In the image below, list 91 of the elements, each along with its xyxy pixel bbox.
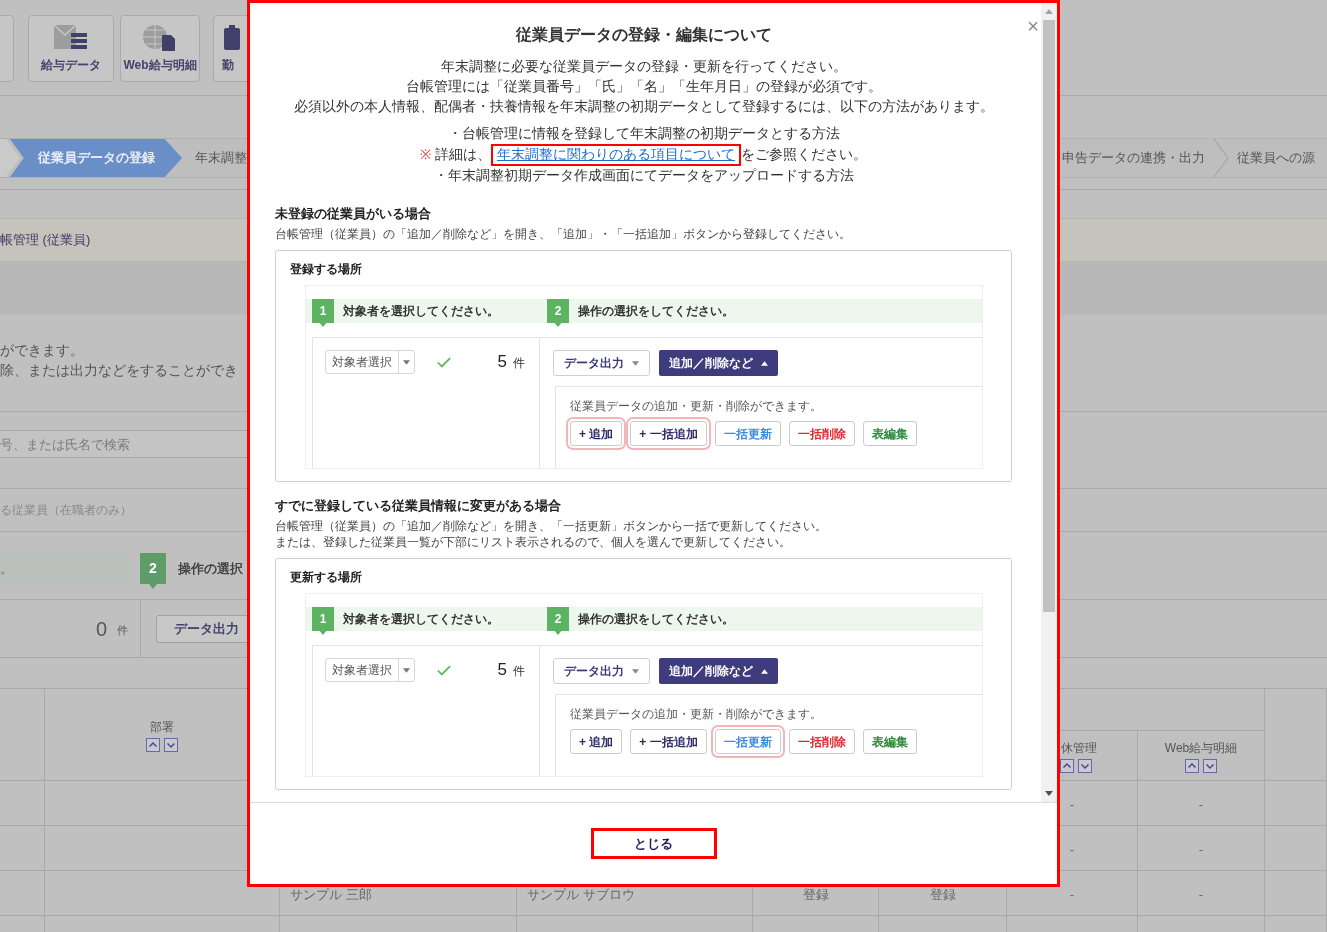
caret-icon [761, 360, 768, 366]
table-cell-text: - [1198, 841, 1204, 860]
section-title: 帳管理 (従業員) [0, 231, 91, 250]
table-cell-text: - [1069, 841, 1075, 860]
select-field[interactable]: 対象者選択 [325, 658, 415, 682]
note-text: ※ 詳細は、 年末調整に関わりのある項目について をご参照ください。 [420, 144, 867, 166]
column-header[interactable]: Web給与明細 [1164, 738, 1238, 757]
caret-icon [632, 360, 639, 366]
sort-ascending-icon[interactable] [1185, 758, 1199, 773]
scrollbar[interactable] [1041, 3, 1057, 802]
close-button[interactable]: × [1027, 16, 1039, 36]
toolbar-button[interactable]: 給与データ [28, 15, 114, 82]
breadcrumb-step[interactable]: 申告データの連携・出力 [1062, 148, 1205, 168]
caret-icon [632, 668, 639, 674]
count-unit: 件 [513, 355, 525, 372]
table-cell-text: - [1198, 886, 1204, 905]
export-button[interactable]: データ出力 [553, 350, 650, 376]
close-button[interactable]: とじる [590, 828, 717, 859]
breadcrumb-step[interactable]: 従業員データの登録 [10, 139, 182, 177]
count-value: 5 [497, 659, 507, 681]
panel-text: 従業員データの追加・更新・削除ができます。 [570, 399, 823, 414]
export-button[interactable]: データ出力 [553, 658, 650, 684]
step-label: 対象者を選択してください。 [343, 611, 499, 628]
check-icon [437, 357, 451, 368]
toolbar-button[interactable]: Web給与明細 [120, 15, 200, 82]
description-text: ができます。 [0, 341, 84, 360]
column-header[interactable]: 休管理 [1061, 738, 1097, 757]
scrollbar-thumb[interactable] [1043, 20, 1055, 612]
column-header[interactable]: 部署 [150, 717, 174, 736]
sort-descending-icon[interactable] [164, 737, 178, 752]
section-description: 台帳管理（従業員）の「追加／削除など」を開き、「追加」・「一括追加」ボタンから登録してください。 [275, 226, 852, 242]
action-button[interactable]: + 一括追加 [630, 729, 707, 754]
step-label: 対象者を選択してください。 [343, 303, 499, 320]
card-label: 更新する場所 [290, 569, 363, 585]
caret-icon [403, 359, 410, 365]
breadcrumb-step[interactable]: 従業員への源 [1237, 148, 1315, 168]
table-cell-text: - [1069, 796, 1075, 815]
caret-icon [403, 667, 410, 673]
step-number-badge: 2 [547, 607, 569, 635]
section-heading: すでに登録している従業員情報に変更がある場合 [275, 498, 562, 514]
clipboard-icon [222, 23, 242, 53]
step-label: 操作の選択 [178, 560, 243, 579]
table-cell-text: - [1069, 886, 1075, 905]
caret-icon [761, 668, 768, 674]
select-field[interactable]: 対象者選択 [325, 350, 415, 374]
count-unit: 件 [513, 663, 525, 680]
step-number-badge: 1 [312, 299, 334, 327]
description-text: 除、または出力などをすることができ [0, 361, 238, 380]
step-label: 操作の選択をしてください。 [578, 611, 734, 628]
sort-descending-icon[interactable] [1203, 758, 1217, 773]
actions-button[interactable]: 追加／削除など [659, 658, 778, 684]
table-cell [0, 871, 45, 916]
action-button[interactable]: 一括更新 [714, 421, 781, 446]
intro-text: 年末調整に必要な従業員データの登録・更新を行ってください。 [440, 58, 847, 76]
sort-ascending-icon[interactable] [1060, 758, 1074, 773]
section-description: または、登録した従業員一覧が下部にリスト表示されるので、個人を選んで更新してください。 [275, 534, 792, 550]
sort-ascending-icon[interactable] [146, 737, 160, 752]
action-button[interactable]: 表編集 [862, 421, 917, 446]
link[interactable]: 年末調整に関わりのある項目について [497, 147, 735, 162]
count-value: 5 [497, 351, 507, 373]
section-heading: 未登録の従業員がいる場合 [275, 206, 432, 222]
table-cell-text: サンプル 三郎 [290, 886, 372, 905]
card-label: 登録する場所 [290, 261, 363, 277]
method-text: ・台帳管理に情報を登録して年末調整の初期データとする方法 [447, 125, 840, 143]
section-description: 台帳管理（従業員）の「追加／削除など」を開き、「一括更新」ボタンから一括で更新してください。 [275, 518, 828, 534]
action-button[interactable]: 一括削除 [788, 729, 855, 754]
count-unit: 件 [117, 623, 128, 639]
method-text: ・年末調整初期データ作成画面にてデータをアップロードする方法 [433, 167, 854, 185]
count-value: 0 [95, 616, 107, 642]
action-button[interactable]: 表編集 [862, 729, 917, 754]
intro-text: 必須以外の本人情報、配偶者・扶養情報を年末調整の初期データとして登録するには、以下の方法があります。 [293, 98, 994, 116]
step-label: 操作の選択をしてください。 [578, 303, 734, 320]
table-cell-text: 登録 [929, 886, 956, 905]
actions-button[interactable]: 追加／削除など [659, 350, 778, 376]
step-number-badge: 2 [547, 299, 569, 327]
sort-descending-icon[interactable] [1078, 758, 1092, 773]
table-cell-text: - [1198, 796, 1204, 815]
action-button[interactable]: + 追加 [570, 729, 623, 754]
dialog-title: 従業員データの登録・編集について [514, 25, 773, 45]
table-cell-text: サンプル サブロウ [527, 886, 635, 905]
step-number-badge: 2 [140, 553, 166, 589]
intro-text: 台帳管理には「従業員番号」「氏」「名」「生年月日」の登録が必須です。 [405, 78, 882, 96]
check-icon [437, 665, 451, 676]
breadcrumb-step[interactable]: 年末調整 [195, 148, 247, 168]
scroll-down-icon[interactable] [1045, 791, 1053, 796]
step-number-badge: 1 [312, 607, 334, 635]
step-banner: 。 [0, 553, 130, 585]
table-cell-text: 登録 [802, 886, 829, 905]
panel-text: 従業員データの追加・更新・削除ができます。 [570, 707, 823, 722]
search-field[interactable]: 号、または氏名で検索 [0, 430, 250, 458]
action-button[interactable]: 一括削除 [788, 421, 855, 446]
